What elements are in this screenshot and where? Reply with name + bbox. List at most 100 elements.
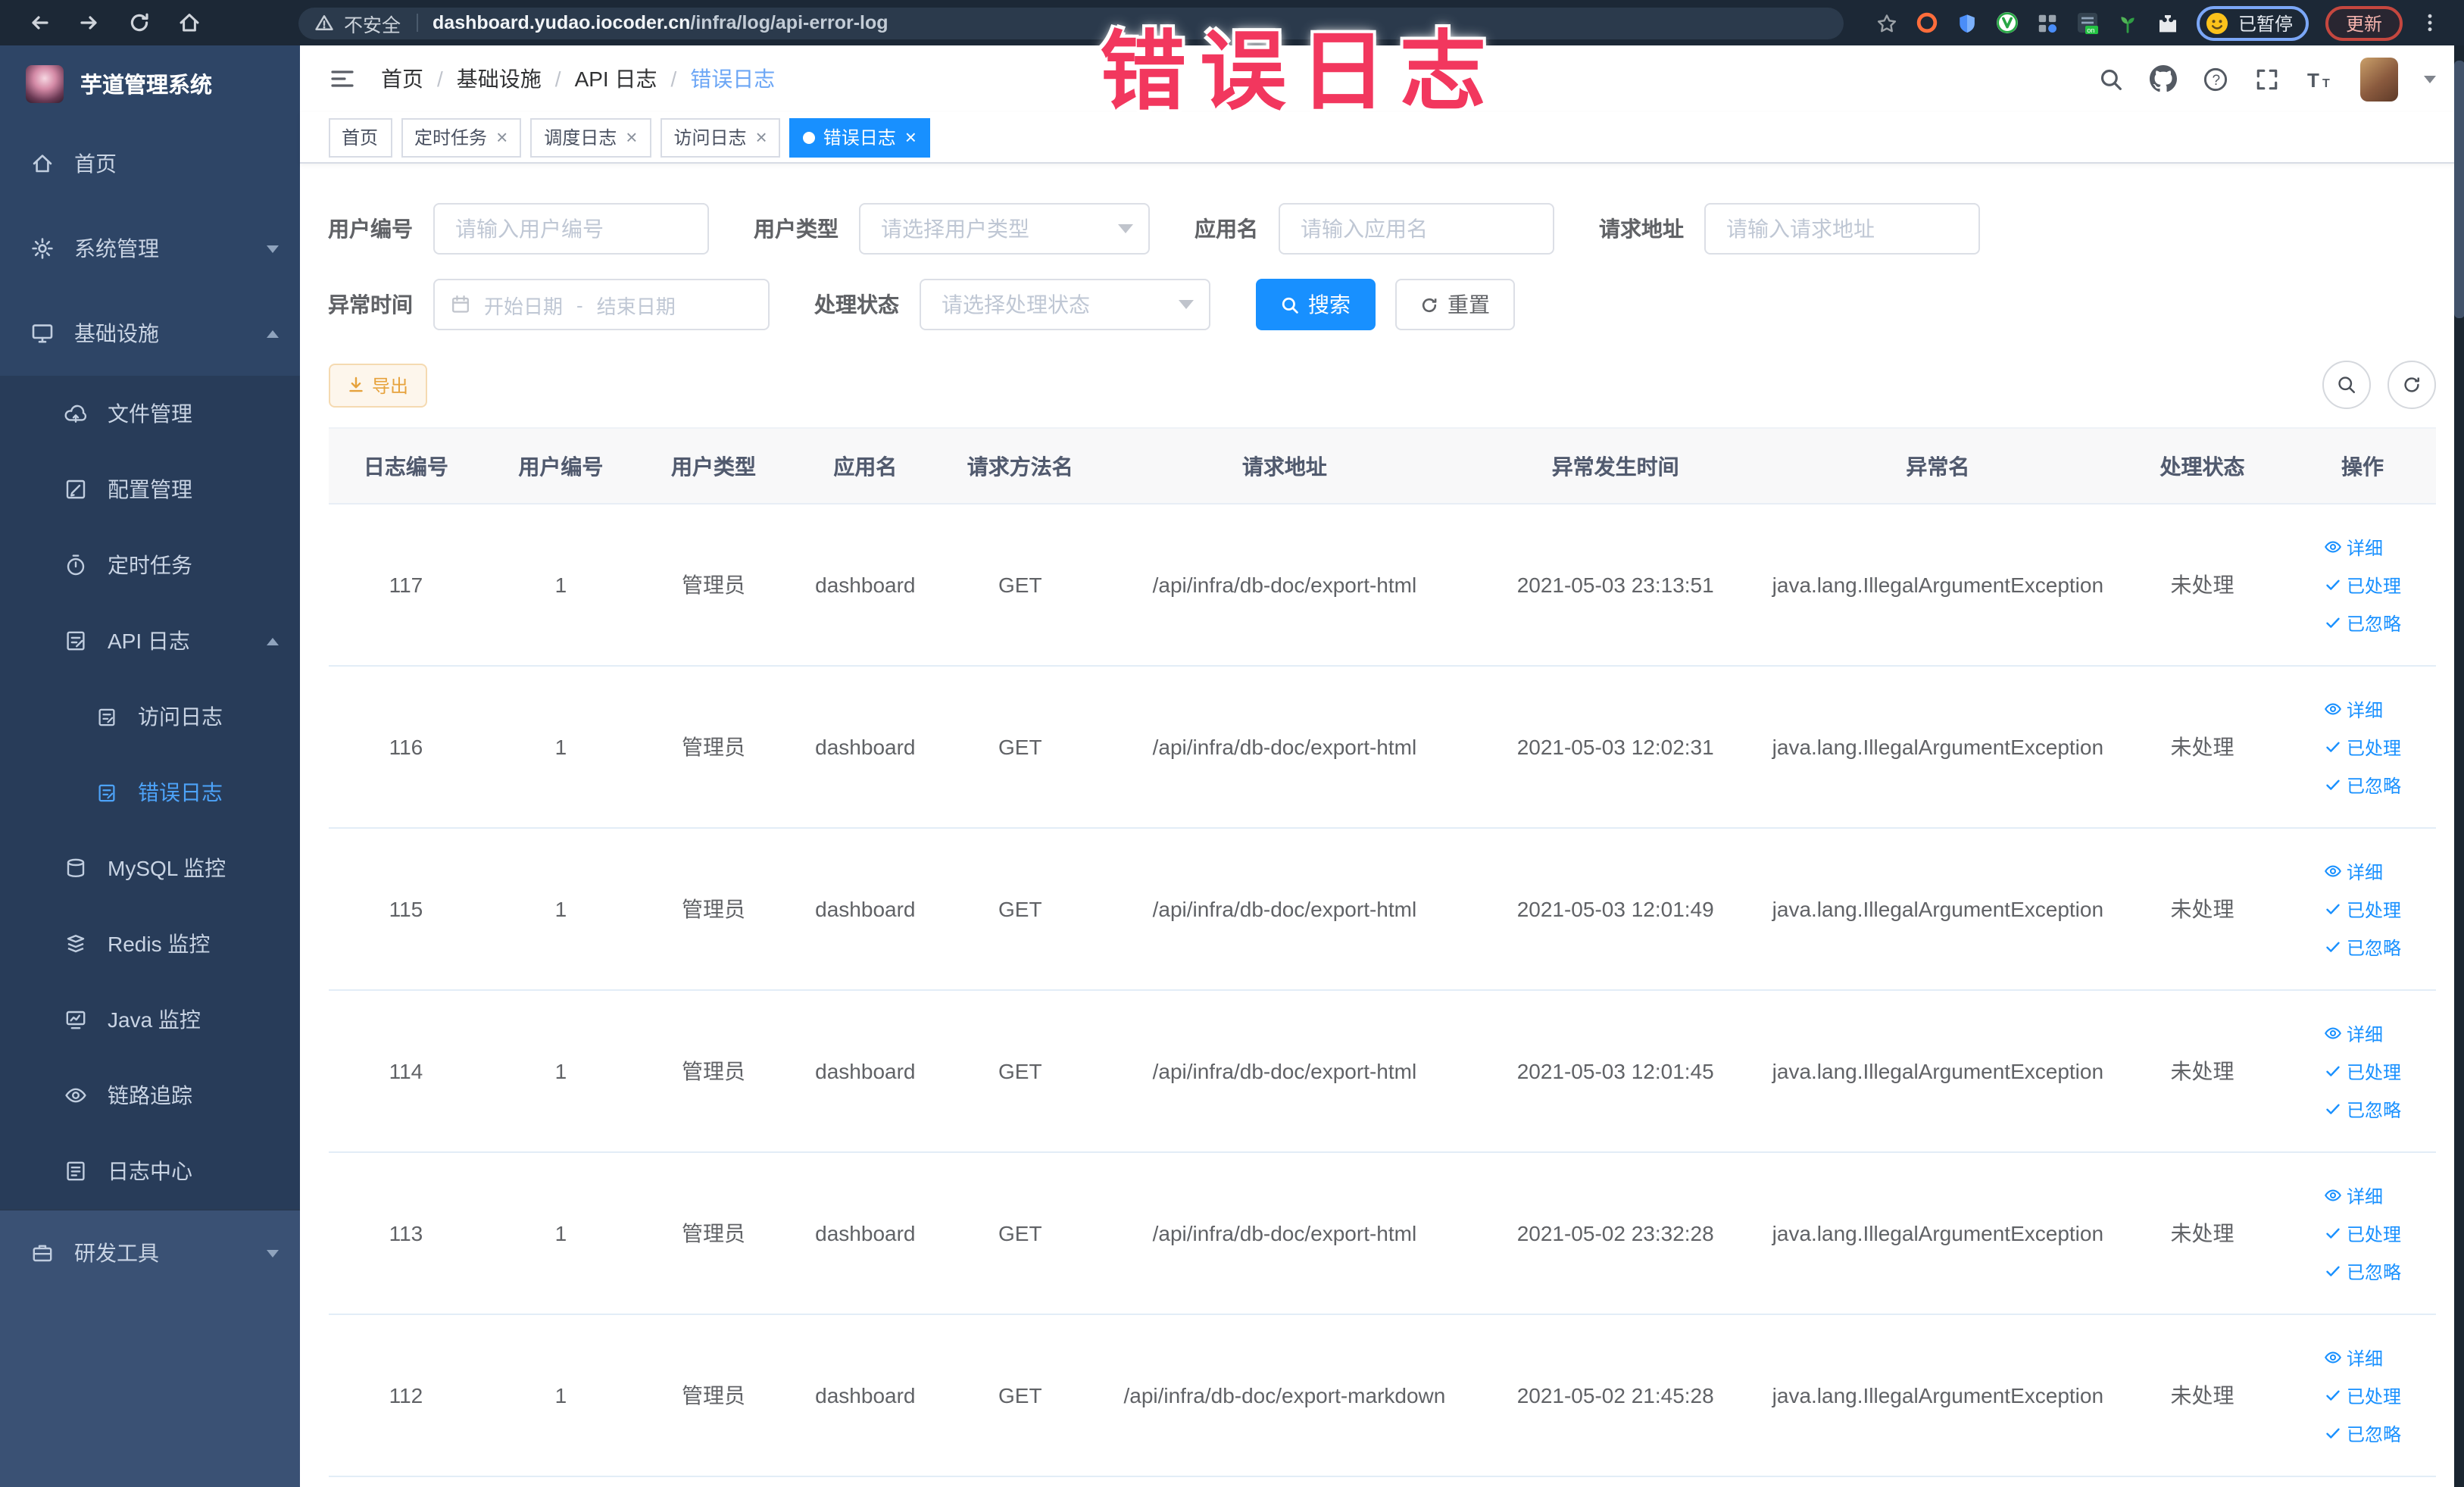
mark-ignored-link[interactable]: 已忽略 <box>2324 1096 2401 1122</box>
refresh-icon <box>1419 295 1438 314</box>
cell-request-url: /api/infra/db-doc/export-markdown <box>1099 1314 1470 1477</box>
exception-time-range-picker[interactable]: 开始日期 - 结束日期 <box>433 279 769 330</box>
app-logo-row[interactable]: 芋道管理系统 <box>0 45 299 121</box>
check-icon <box>2324 1062 2342 1080</box>
mark-ignored-link[interactable]: 已忽略 <box>2324 1420 2401 1446</box>
detail-link[interactable]: 详细 <box>2324 696 2383 722</box>
extensions-puzzle-icon[interactable] <box>2156 11 2181 35</box>
extension-sprout-icon[interactable] <box>2117 11 2140 34</box>
detail-link[interactable]: 详细 <box>2324 1182 2383 1208</box>
export-button[interactable]: 导出 <box>328 363 427 407</box>
app-name-input[interactable] <box>1278 203 1554 255</box>
address-bar[interactable]: 不安全 dashboard.yudao.iocoder.cn/infra/log… <box>298 7 1844 39</box>
sidebar-item-log-center[interactable]: 日志中心 <box>0 1133 299 1209</box>
sidebar-item-access-log[interactable]: 访问日志 <box>0 679 299 754</box>
tab-close-icon[interactable]: × <box>626 126 637 148</box>
column-header-actions: 操作 <box>2289 428 2435 505</box>
cell-actions: 详细 已处理 已忽略 <box>2289 990 2435 1153</box>
sidebar-item-error-log[interactable]: 错误日志 <box>0 754 299 830</box>
sidebar-item-config-management[interactable]: 配置管理 <box>0 451 299 527</box>
breadcrumb-home[interactable]: 首页 <box>381 64 423 94</box>
detail-link[interactable]: 详细 <box>2324 1345 2383 1370</box>
browser-back-icon[interactable] <box>27 11 52 35</box>
user-avatar[interactable] <box>2359 57 2397 101</box>
sidebar-item-java-monitor[interactable]: Java 监控 <box>0 982 299 1057</box>
cell-exception-time: 2021-05-03 12:01:49 <box>1469 828 1761 991</box>
browser-home-icon[interactable] <box>177 11 201 35</box>
cell-method: GET <box>941 1152 1100 1315</box>
sidebar-item-dev-tools[interactable]: 研发工具 <box>0 1211 299 1295</box>
detail-link[interactable]: 详细 <box>2324 858 2383 884</box>
sidebar-fold-icon[interactable] <box>328 65 355 92</box>
tab-error-log[interactable]: 错误日志 × <box>789 117 930 157</box>
extension-proxy-on-icon[interactable]: on <box>2076 11 2100 35</box>
mark-ignored-link[interactable]: 已忽略 <box>2324 934 2401 960</box>
update-button[interactable]: 更新 <box>2325 5 2402 40</box>
breadcrumb-infrastructure[interactable]: 基础设施 <box>457 64 542 94</box>
sidebar-item-tracing[interactable]: 链路追踪 <box>0 1057 299 1133</box>
user-type-select[interactable]: 请选择用户类型 <box>858 203 1149 255</box>
sidebar-item-redis-monitor[interactable]: Redis 监控 <box>0 906 299 982</box>
browser-reload-icon[interactable] <box>127 11 151 35</box>
sidebar-item-system[interactable]: 系统管理 <box>0 206 299 291</box>
toggle-search-button[interactable] <box>2322 361 2370 409</box>
sidebar-item-scheduled-jobs[interactable]: 定时任务 <box>0 527 299 603</box>
cell-log-id: 112 <box>328 1314 484 1477</box>
font-size-icon[interactable]: TT <box>2305 66 2334 92</box>
browser-forward-icon[interactable] <box>77 11 101 35</box>
profile-paused-badge[interactable]: 已暂停 <box>2197 5 2309 40</box>
detail-link[interactable]: 详细 <box>2324 534 2383 560</box>
extension-grid-icon[interactable] <box>2037 11 2060 34</box>
extension-shield-icon[interactable] <box>1957 11 1979 34</box>
request-url-input[interactable] <box>1704 203 1979 255</box>
sidebar-item-file-management[interactable]: 文件管理 <box>0 376 299 451</box>
mark-processed-link[interactable]: 已处理 <box>2324 734 2401 760</box>
sidebar-item-infrastructure[interactable]: 基础设施 <box>0 291 299 376</box>
avatar-caret-down-icon[interactable] <box>2423 75 2435 83</box>
github-icon[interactable] <box>2149 65 2176 92</box>
mark-processed-link[interactable]: 已处理 <box>2324 1058 2401 1084</box>
sidebar-item-label: 日志中心 <box>108 1159 192 1183</box>
fullscreen-icon[interactable] <box>2253 66 2279 92</box>
sidebar-item-mysql-monitor[interactable]: MySQL 监控 <box>0 830 299 906</box>
mark-processed-link[interactable]: 已处理 <box>2324 1382 2401 1408</box>
tab-access-log[interactable]: 访问日志 × <box>660 117 781 157</box>
cell-request-url: /api/infra/db-doc/export-html <box>1099 1152 1470 1315</box>
mark-ignored-link[interactable]: 已忽略 <box>2324 772 2401 798</box>
check-icon <box>2324 614 2342 632</box>
url-path: /infra/log/api-error-log <box>690 12 888 33</box>
scrollbar-thumb[interactable] <box>2454 61 2464 318</box>
cell-user-id: 1 <box>483 1314 638 1477</box>
breadcrumb-api-log[interactable]: API 日志 <box>575 64 657 94</box>
sidebar-item-label: 文件管理 <box>108 401 192 426</box>
mark-processed-link[interactable]: 已处理 <box>2324 896 2401 922</box>
user-id-input[interactable] <box>433 203 708 255</box>
process-status-select[interactable]: 请选择处理状态 <box>919 279 1210 330</box>
column-header-user-id: 用户编号 <box>483 428 638 505</box>
sidebar-item-home[interactable]: 首页 <box>0 121 299 206</box>
tab-close-icon[interactable]: × <box>905 126 917 148</box>
search-button[interactable]: 搜索 <box>1255 279 1375 330</box>
cell-exception-name: java.lang.IllegalArgumentException <box>1760 1152 2116 1315</box>
refresh-table-button[interactable] <box>2387 361 2435 409</box>
header-search-icon[interactable] <box>2097 66 2123 92</box>
extension-adblock-icon[interactable] <box>1916 11 1940 35</box>
tab-close-icon[interactable]: × <box>496 126 507 148</box>
scrollbar-track[interactable] <box>2454 45 2464 1487</box>
help-question-icon[interactable]: ? <box>2202 66 2228 92</box>
mark-ignored-link[interactable]: 已忽略 <box>2324 610 2401 636</box>
sidebar-item-api-log[interactable]: API 日志 <box>0 603 299 679</box>
tab-scheduled-jobs[interactable]: 定时任务 × <box>401 117 522 157</box>
mark-processed-link[interactable]: 已处理 <box>2324 1220 2401 1246</box>
reset-button[interactable]: 重置 <box>1394 279 1514 330</box>
detail-link[interactable]: 详细 <box>2324 1020 2383 1046</box>
tab-home[interactable]: 首页 <box>328 117 392 157</box>
tab-schedule-log[interactable]: 调度日志 × <box>530 117 651 157</box>
mark-ignored-link[interactable]: 已忽略 <box>2324 1258 2401 1284</box>
browser-menu-kebab-icon[interactable] <box>2419 12 2440 33</box>
mark-processed-link[interactable]: 已处理 <box>2324 572 2401 598</box>
bookmark-star-icon[interactable] <box>1876 11 1899 34</box>
tab-close-icon[interactable]: × <box>756 126 767 148</box>
cell-app-name: dashboard <box>789 1314 942 1477</box>
extension-v-icon[interactable] <box>1996 11 2020 35</box>
